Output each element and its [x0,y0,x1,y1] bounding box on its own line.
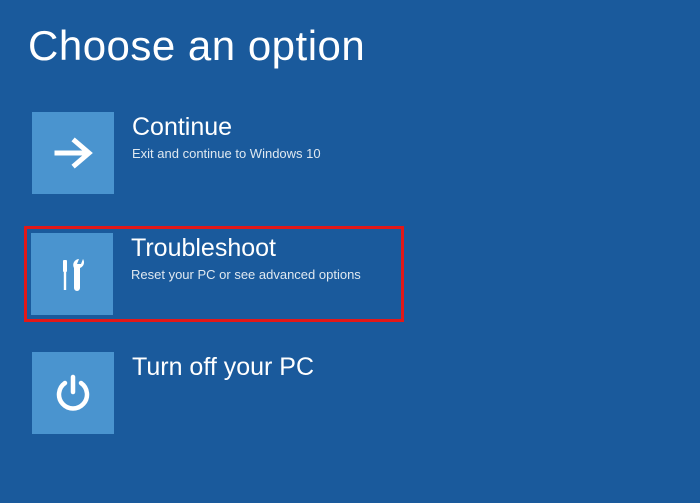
page-title: Choose an option [0,0,700,70]
option-continue[interactable]: Continue Exit and continue to Windows 10 [28,108,408,198]
options-list: Continue Exit and continue to Windows 10… [0,70,700,438]
continue-title: Continue [132,114,321,142]
continue-desc: Exit and continue to Windows 10 [132,146,321,162]
poweroff-tile [32,352,114,434]
troubleshoot-desc: Reset your PC or see advanced options [131,267,361,283]
arrow-right-icon [49,129,97,177]
poweroff-title: Turn off your PC [132,354,314,382]
continue-tile [32,112,114,194]
troubleshoot-title: Troubleshoot [131,235,361,263]
option-troubleshoot[interactable]: Troubleshoot Reset your PC or see advanc… [24,226,404,322]
troubleshoot-tile [31,233,113,315]
tools-icon [49,251,95,297]
option-poweroff[interactable]: Turn off your PC [28,348,408,438]
power-icon [50,370,96,416]
